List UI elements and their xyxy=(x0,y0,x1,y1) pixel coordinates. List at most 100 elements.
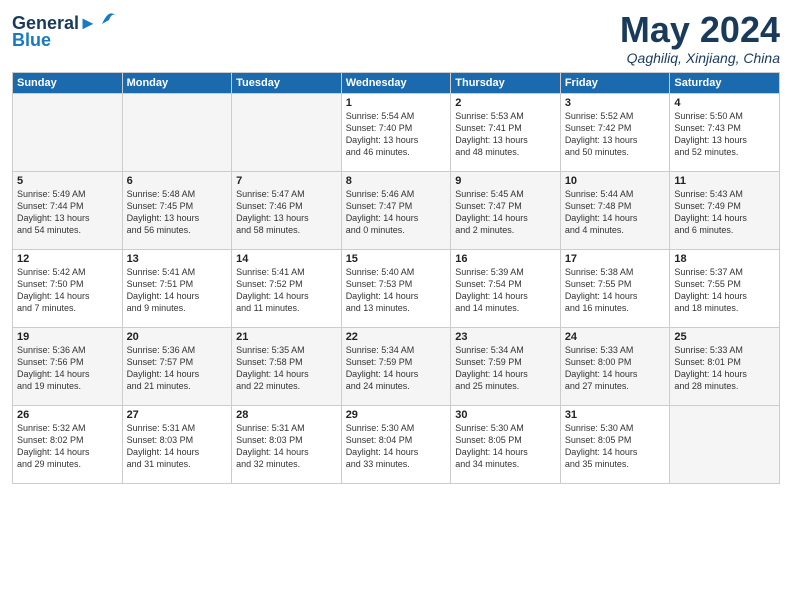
cell-info: Sunrise: 5:49 AM Sunset: 7:44 PM Dayligh… xyxy=(17,188,118,237)
day-number: 23 xyxy=(455,331,556,343)
weekday-header: Thursday xyxy=(451,72,561,93)
calendar-cell: 15Sunrise: 5:40 AM Sunset: 7:53 PM Dayli… xyxy=(341,249,451,327)
calendar-cell: 23Sunrise: 5:34 AM Sunset: 7:59 PM Dayli… xyxy=(451,327,561,405)
calendar-cell xyxy=(232,93,342,171)
cell-info: Sunrise: 5:33 AM Sunset: 8:01 PM Dayligh… xyxy=(674,344,775,393)
day-number: 7 xyxy=(236,175,337,187)
day-number: 29 xyxy=(346,409,447,421)
logo: General► Blue xyxy=(12,14,120,51)
calendar-cell: 16Sunrise: 5:39 AM Sunset: 7:54 PM Dayli… xyxy=(451,249,561,327)
cell-info: Sunrise: 5:34 AM Sunset: 7:59 PM Dayligh… xyxy=(346,344,447,393)
cell-info: Sunrise: 5:52 AM Sunset: 7:42 PM Dayligh… xyxy=(565,110,666,159)
calendar-cell: 13Sunrise: 5:41 AM Sunset: 7:51 PM Dayli… xyxy=(122,249,232,327)
page-container: General► Blue May 2024 Qaghiliq, Xinjian… xyxy=(0,0,792,492)
calendar-cell: 6Sunrise: 5:48 AM Sunset: 7:45 PM Daylig… xyxy=(122,171,232,249)
day-number: 2 xyxy=(455,97,556,109)
cell-info: Sunrise: 5:42 AM Sunset: 7:50 PM Dayligh… xyxy=(17,266,118,315)
day-number: 28 xyxy=(236,409,337,421)
cell-info: Sunrise: 5:30 AM Sunset: 8:05 PM Dayligh… xyxy=(455,422,556,471)
day-number: 8 xyxy=(346,175,447,187)
day-number: 17 xyxy=(565,253,666,265)
calendar-cell: 20Sunrise: 5:36 AM Sunset: 7:57 PM Dayli… xyxy=(122,327,232,405)
cell-info: Sunrise: 5:53 AM Sunset: 7:41 PM Dayligh… xyxy=(455,110,556,159)
weekday-header: Sunday xyxy=(13,72,123,93)
cell-info: Sunrise: 5:36 AM Sunset: 7:57 PM Dayligh… xyxy=(127,344,228,393)
calendar-cell: 11Sunrise: 5:43 AM Sunset: 7:49 PM Dayli… xyxy=(670,171,780,249)
header: General► Blue May 2024 Qaghiliq, Xinjian… xyxy=(12,10,780,66)
day-number: 4 xyxy=(674,97,775,109)
calendar-cell xyxy=(670,405,780,483)
calendar-table: SundayMondayTuesdayWednesdayThursdayFrid… xyxy=(12,72,780,484)
cell-info: Sunrise: 5:44 AM Sunset: 7:48 PM Dayligh… xyxy=(565,188,666,237)
calendar-cell: 3Sunrise: 5:52 AM Sunset: 7:42 PM Daylig… xyxy=(560,93,670,171)
calendar-cell: 4Sunrise: 5:50 AM Sunset: 7:43 PM Daylig… xyxy=(670,93,780,171)
month-title: May 2024 xyxy=(620,10,780,50)
cell-info: Sunrise: 5:41 AM Sunset: 7:51 PM Dayligh… xyxy=(127,266,228,315)
day-number: 18 xyxy=(674,253,775,265)
calendar-cell: 5Sunrise: 5:49 AM Sunset: 7:44 PM Daylig… xyxy=(13,171,123,249)
calendar-cell: 27Sunrise: 5:31 AM Sunset: 8:03 PM Dayli… xyxy=(122,405,232,483)
calendar-cell xyxy=(13,93,123,171)
cell-info: Sunrise: 5:32 AM Sunset: 8:02 PM Dayligh… xyxy=(17,422,118,471)
weekday-header: Friday xyxy=(560,72,670,93)
day-number: 5 xyxy=(17,175,118,187)
cell-info: Sunrise: 5:36 AM Sunset: 7:56 PM Dayligh… xyxy=(17,344,118,393)
cell-info: Sunrise: 5:41 AM Sunset: 7:52 PM Dayligh… xyxy=(236,266,337,315)
day-number: 24 xyxy=(565,331,666,343)
cell-info: Sunrise: 5:47 AM Sunset: 7:46 PM Dayligh… xyxy=(236,188,337,237)
cell-info: Sunrise: 5:48 AM Sunset: 7:45 PM Dayligh… xyxy=(127,188,228,237)
weekday-header: Tuesday xyxy=(232,72,342,93)
calendar-cell: 17Sunrise: 5:38 AM Sunset: 7:55 PM Dayli… xyxy=(560,249,670,327)
day-number: 20 xyxy=(127,331,228,343)
calendar-cell: 12Sunrise: 5:42 AM Sunset: 7:50 PM Dayli… xyxy=(13,249,123,327)
cell-info: Sunrise: 5:33 AM Sunset: 8:00 PM Dayligh… xyxy=(565,344,666,393)
cell-info: Sunrise: 5:31 AM Sunset: 8:03 PM Dayligh… xyxy=(127,422,228,471)
day-number: 3 xyxy=(565,97,666,109)
calendar-cell: 19Sunrise: 5:36 AM Sunset: 7:56 PM Dayli… xyxy=(13,327,123,405)
calendar-cell: 31Sunrise: 5:30 AM Sunset: 8:05 PM Dayli… xyxy=(560,405,670,483)
calendar-cell: 28Sunrise: 5:31 AM Sunset: 8:03 PM Dayli… xyxy=(232,405,342,483)
day-number: 15 xyxy=(346,253,447,265)
cell-info: Sunrise: 5:54 AM Sunset: 7:40 PM Dayligh… xyxy=(346,110,447,159)
calendar-cell: 8Sunrise: 5:46 AM Sunset: 7:47 PM Daylig… xyxy=(341,171,451,249)
title-block: May 2024 Qaghiliq, Xinjiang, China xyxy=(620,10,780,66)
cell-info: Sunrise: 5:40 AM Sunset: 7:53 PM Dayligh… xyxy=(346,266,447,315)
location: Qaghiliq, Xinjiang, China xyxy=(620,50,780,66)
day-number: 12 xyxy=(17,253,118,265)
calendar-cell: 21Sunrise: 5:35 AM Sunset: 7:58 PM Dayli… xyxy=(232,327,342,405)
day-number: 14 xyxy=(236,253,337,265)
cell-info: Sunrise: 5:35 AM Sunset: 7:58 PM Dayligh… xyxy=(236,344,337,393)
day-number: 6 xyxy=(127,175,228,187)
day-number: 19 xyxy=(17,331,118,343)
day-number: 26 xyxy=(17,409,118,421)
day-number: 21 xyxy=(236,331,337,343)
weekday-header: Monday xyxy=(122,72,232,93)
calendar-cell: 29Sunrise: 5:30 AM Sunset: 8:04 PM Dayli… xyxy=(341,405,451,483)
day-number: 27 xyxy=(127,409,228,421)
day-number: 22 xyxy=(346,331,447,343)
logo-icon xyxy=(98,6,120,28)
calendar-cell: 14Sunrise: 5:41 AM Sunset: 7:52 PM Dayli… xyxy=(232,249,342,327)
calendar-cell: 22Sunrise: 5:34 AM Sunset: 7:59 PM Dayli… xyxy=(341,327,451,405)
cell-info: Sunrise: 5:34 AM Sunset: 7:59 PM Dayligh… xyxy=(455,344,556,393)
cell-info: Sunrise: 5:45 AM Sunset: 7:47 PM Dayligh… xyxy=(455,188,556,237)
calendar-cell: 24Sunrise: 5:33 AM Sunset: 8:00 PM Dayli… xyxy=(560,327,670,405)
cell-info: Sunrise: 5:50 AM Sunset: 7:43 PM Dayligh… xyxy=(674,110,775,159)
day-number: 16 xyxy=(455,253,556,265)
cell-info: Sunrise: 5:38 AM Sunset: 7:55 PM Dayligh… xyxy=(565,266,666,315)
day-number: 11 xyxy=(674,175,775,187)
calendar-cell: 26Sunrise: 5:32 AM Sunset: 8:02 PM Dayli… xyxy=(13,405,123,483)
day-number: 9 xyxy=(455,175,556,187)
cell-info: Sunrise: 5:43 AM Sunset: 7:49 PM Dayligh… xyxy=(674,188,775,237)
day-number: 31 xyxy=(565,409,666,421)
calendar-cell: 18Sunrise: 5:37 AM Sunset: 7:55 PM Dayli… xyxy=(670,249,780,327)
weekday-header: Wednesday xyxy=(341,72,451,93)
calendar-cell: 30Sunrise: 5:30 AM Sunset: 8:05 PM Dayli… xyxy=(451,405,561,483)
calendar-cell: 9Sunrise: 5:45 AM Sunset: 7:47 PM Daylig… xyxy=(451,171,561,249)
calendar-cell: 7Sunrise: 5:47 AM Sunset: 7:46 PM Daylig… xyxy=(232,171,342,249)
cell-info: Sunrise: 5:37 AM Sunset: 7:55 PM Dayligh… xyxy=(674,266,775,315)
weekday-header: Saturday xyxy=(670,72,780,93)
cell-info: Sunrise: 5:39 AM Sunset: 7:54 PM Dayligh… xyxy=(455,266,556,315)
cell-info: Sunrise: 5:31 AM Sunset: 8:03 PM Dayligh… xyxy=(236,422,337,471)
day-number: 30 xyxy=(455,409,556,421)
